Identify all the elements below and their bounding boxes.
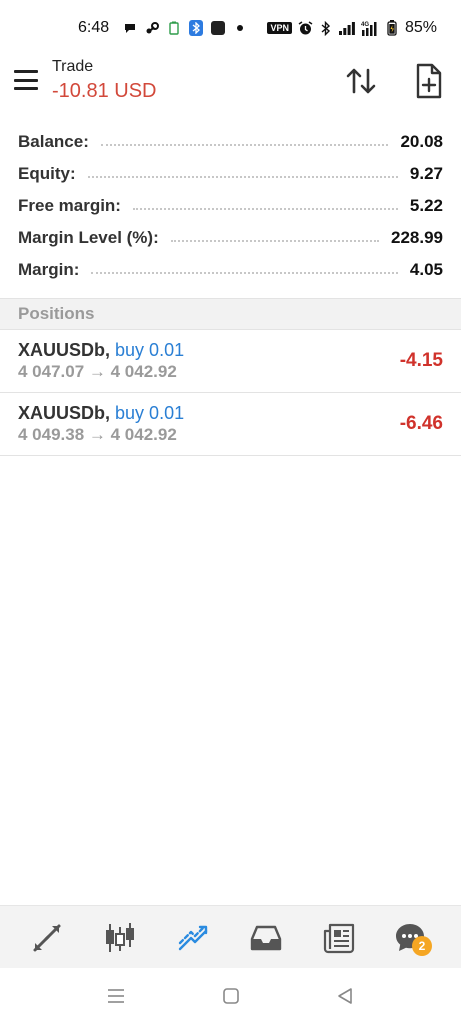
- position-prices: 4 047.07 → 4 042.92: [18, 362, 177, 381]
- summary-value: 4.05: [409, 260, 443, 279]
- back-button[interactable]: [333, 984, 357, 1008]
- leader-dots: [87, 176, 398, 178]
- account-summary: Balance: 20.08 Equity: 9.27 Free margin:…: [0, 126, 461, 286]
- leader-dots: [91, 272, 398, 274]
- status-bar: 6:48 VPN 4G 85%: [0, 0, 461, 56]
- recents-icon: [108, 989, 124, 1003]
- battery-percent: 85%: [404, 19, 437, 36]
- position-row[interactable]: XAUUSDb, buy 0.01 4 047.07 → 4 042.92 -4…: [0, 330, 461, 393]
- sort-button[interactable]: [344, 64, 378, 98]
- leader-dots: [170, 240, 379, 242]
- bluetooth-app-icon: [189, 20, 204, 36]
- svg-text:4G: 4G: [361, 22, 369, 28]
- position-side: buy 0.01: [115, 340, 185, 360]
- system-nav-bar: [0, 968, 461, 1024]
- position-profit: -6.46: [399, 413, 443, 434]
- home-button[interactable]: [219, 984, 243, 1008]
- messages-badge: 2: [412, 936, 432, 956]
- recents-button[interactable]: [104, 984, 128, 1008]
- status-icons-right: VPN 4G 85%: [267, 19, 437, 37]
- summary-row-margin: Margin: 4.05: [0, 254, 461, 286]
- bluetooth-icon: [319, 20, 333, 36]
- summary-value: 20.08: [400, 132, 443, 151]
- steam-icon: [145, 20, 160, 36]
- menu-icon[interactable]: [14, 70, 38, 90]
- new-document-icon: [416, 63, 442, 99]
- summary-row-margin-level: Margin Level (%): 228.99: [0, 222, 461, 254]
- summary-row-equity: Equity: 9.27: [0, 158, 461, 190]
- trade-icon: [178, 925, 208, 951]
- position-title: XAUUSDb, buy 0.01: [18, 403, 443, 424]
- alarm-icon: [298, 20, 313, 36]
- tab-messages[interactable]: 2: [390, 918, 432, 958]
- position-title: XAUUSDb, buy 0.01: [18, 340, 443, 361]
- tab-trade[interactable]: [173, 918, 213, 958]
- summary-label: Margin Level (%):: [18, 228, 159, 247]
- quotes-icon: [33, 924, 61, 952]
- summary-label: Margin:: [18, 260, 80, 279]
- position-symbol: XAUUSDb,: [18, 340, 111, 360]
- chart-icon: [106, 923, 134, 952]
- position-side: buy 0.01: [115, 403, 185, 423]
- summary-value: 5.22: [409, 196, 443, 215]
- vpn-icon: VPN: [267, 22, 292, 34]
- bottom-tab-bar: 2: [0, 905, 461, 968]
- back-icon: [338, 988, 352, 1004]
- status-time: 6:48: [78, 19, 110, 36]
- sort-arrows-icon: [346, 68, 376, 94]
- chat-icon: [123, 20, 137, 36]
- position-symbol: XAUUSDb,: [18, 403, 111, 423]
- news-icon: [323, 923, 355, 954]
- tab-chart[interactable]: [100, 918, 140, 958]
- history-icon: [250, 925, 282, 951]
- summary-row-balance: Balance: 20.08: [0, 126, 461, 158]
- leader-dots: [132, 208, 398, 210]
- leader-dots: [100, 144, 389, 146]
- tab-history[interactable]: [246, 918, 286, 958]
- dark-app-icon: [211, 21, 226, 35]
- home-icon: [223, 988, 239, 1004]
- summary-label: Free margin:: [18, 196, 121, 215]
- tab-quotes[interactable]: [27, 918, 67, 958]
- dot-icon: [233, 20, 247, 36]
- total-profit: -10.81 USD: [52, 80, 157, 102]
- position-prices: 4 049.38 → 4 042.92: [18, 425, 177, 444]
- battery-saver-icon: [167, 20, 181, 36]
- position-profit: -4.15: [399, 350, 443, 371]
- app-header: Trade -10.81 USD: [0, 56, 461, 116]
- summary-label: Equity:: [18, 164, 76, 183]
- positions-list: XAUUSDb, buy 0.01 4 047.07 → 4 042.92 -4…: [0, 330, 461, 456]
- summary-value: 9.27: [409, 164, 443, 183]
- summary-row-free-margin: Free margin: 5.22: [0, 190, 461, 222]
- summary-value: 228.99: [391, 228, 443, 247]
- battery-icon: [385, 20, 399, 36]
- position-row[interactable]: XAUUSDb, buy 0.01 4 049.38 → 4 042.92 -6…: [0, 393, 461, 456]
- summary-label: Balance:: [18, 132, 89, 151]
- tab-news[interactable]: [319, 918, 359, 958]
- signal-icon: [338, 20, 355, 36]
- new-order-button[interactable]: [410, 62, 446, 100]
- positions-header: Positions: [0, 298, 461, 330]
- 4g-signal-icon: 4G: [361, 20, 379, 36]
- page-title: Trade: [52, 58, 94, 75]
- status-icons-left: [123, 20, 247, 36]
